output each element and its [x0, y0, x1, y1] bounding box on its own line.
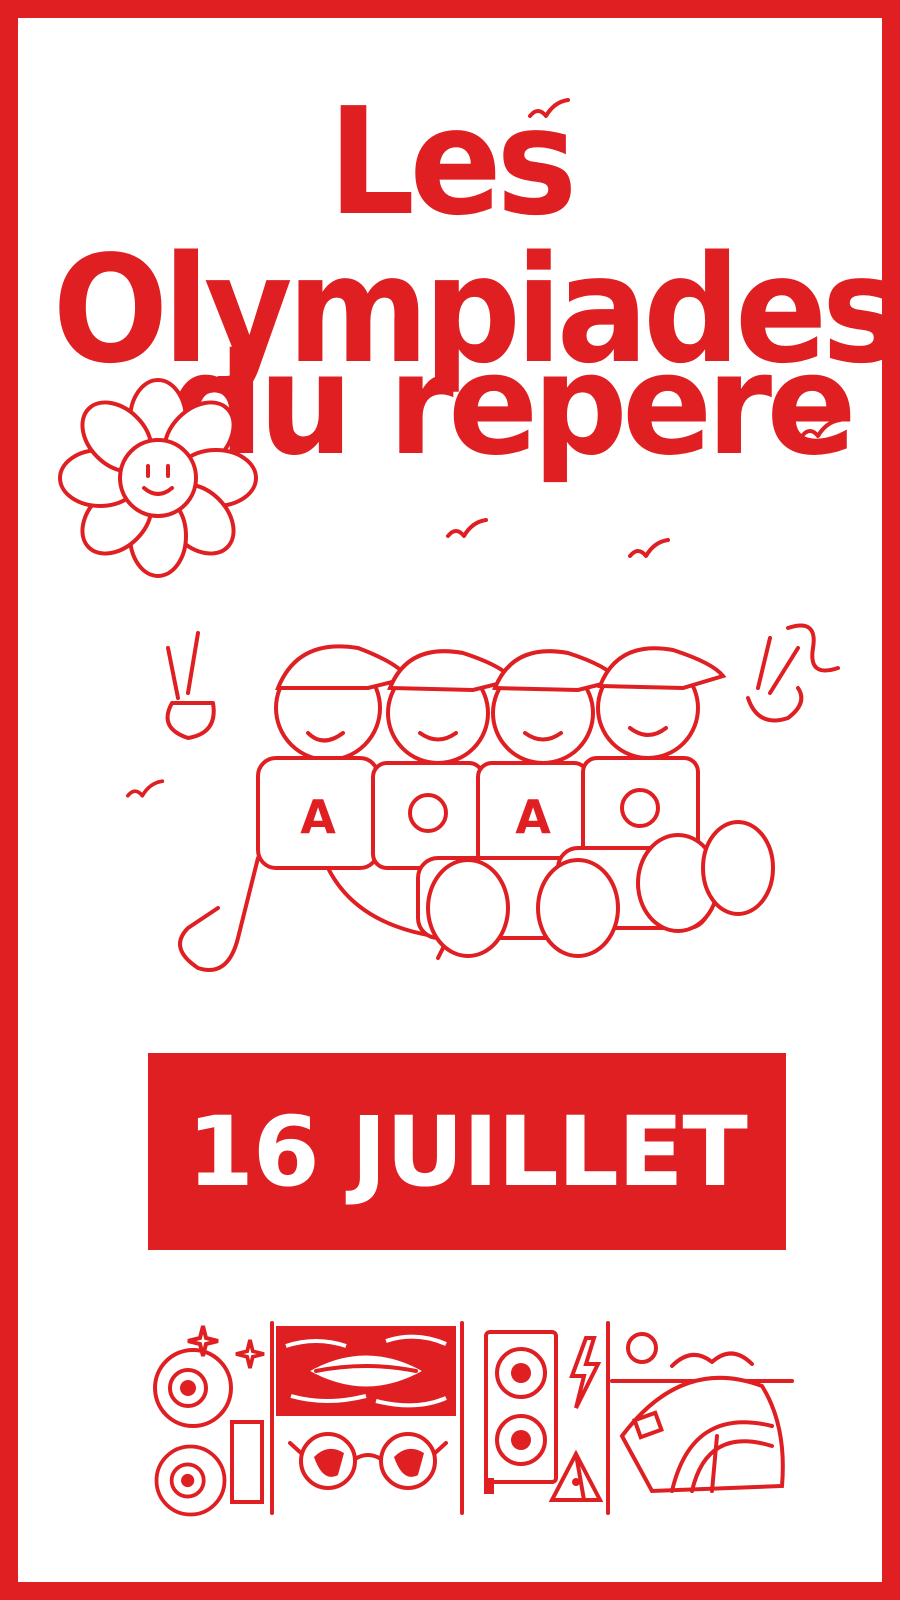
- date-text: 16 JUILLET: [187, 1095, 748, 1208]
- divider: [606, 1321, 610, 1515]
- bird-icon: [628, 538, 670, 558]
- pyramid-icon: [548, 1449, 604, 1502]
- shirt-letter: A: [515, 790, 551, 844]
- sunglasses-icon: [288, 1432, 448, 1490]
- divider: [460, 1321, 464, 1515]
- bird-icon: [446, 518, 488, 538]
- bird-icon: [528, 98, 570, 118]
- flower-icon: [58, 378, 258, 578]
- sparkle-icon: [235, 1339, 265, 1369]
- kids-marching-illustration: A A: [165, 623, 840, 972]
- rectangle-icon: [230, 1420, 264, 1504]
- shirt-letter: A: [300, 790, 336, 844]
- date-banner: 16 JUILLET: [148, 1053, 786, 1250]
- bird-icon: [800, 418, 842, 438]
- divider: [270, 1321, 274, 1515]
- poster: Les Olympiades du repere A A 16 JUILLET: [0, 0, 900, 1600]
- dome-tent-icon: [610, 1332, 794, 1494]
- lips-icon: [276, 1326, 456, 1416]
- sparkle-icon: [187, 1325, 219, 1357]
- eyeball-icon: [154, 1444, 227, 1517]
- eyeball-icon: [153, 1348, 233, 1428]
- lightning-icon: [569, 1336, 602, 1409]
